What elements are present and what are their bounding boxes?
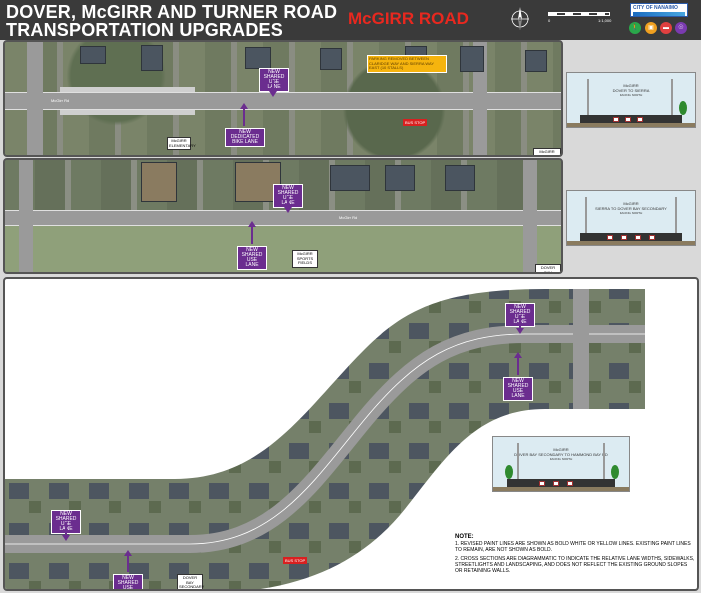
school-label: DOVER BAY SECONDARY [177,574,204,589]
map-panel-1: McGirr Rd NEW SHARED USE LANE NEW DEDICA… [3,40,563,157]
city-logo: CITY OF NANAIMO [630,3,688,17]
arrow-icon [269,80,277,97]
street-label: McGirr Rd [51,98,70,103]
road-name-title: McGIRR ROAD [348,9,469,28]
shared-lane-label: NEW SHARED USE LANE [259,68,289,92]
arrow-icon [516,315,524,334]
shared-lane-label: NEW SHARED USE LANE [503,377,533,401]
notes-block: NOTE: 1. REVISED PAINT LINES ARE SHOWN A… [455,534,695,577]
arrow-icon [124,550,132,572]
arrow-icon [284,196,292,213]
bike-icon: ☉ [675,22,687,34]
cross-section-1: McGIRR DOVER TO SIERRA FACING NORTH [566,72,696,128]
shared-lane-label: NEW SHARED USE LANE [237,246,267,270]
cross-street [19,160,33,272]
sports-field-label: McGIRR SPORTS FIELDS [533,148,561,155]
scale-bar: 0 1:1,000 [548,12,612,23]
cross-street [523,160,537,272]
sports-field-label: McGIRR SPORTS FIELDS [292,250,318,268]
car-icon: ▬ [660,22,672,34]
north-arrow-icon [511,7,529,30]
arrow-icon [248,221,256,244]
scale-left-label: 0 [548,18,551,23]
wave-icon [633,12,685,16]
cross-section-3: McGIRR DOVER BAY SECONDARY TO HAMMOND BA… [492,436,630,492]
scale-right-label: 1:1,000 [598,18,612,23]
note-2: 2. CROSS SECTIONS ARE DIAGRAMMATIC TO IN… [455,556,695,574]
shared-lane-label: NEW SHARED USE LANE [113,574,143,589]
pedestrian-icon: 🚶 [629,22,641,34]
note-1: 1. REVISED PAINT LINES ARE SHOWN AS BOLD… [455,541,691,553]
street-label: McGirr Rd [339,215,358,220]
bike-lane-label: NEW DEDICATED BIKE LANE [225,128,265,147]
title-line-2: TRANSPORTATION UPGRADES [6,20,283,40]
arrow-icon [240,103,248,126]
xsec-direction: FACING NORTH [549,457,573,461]
cross-section-2: McGIRR SIERRA TO DOVER BAY SECONDARY FAC… [566,190,696,246]
title-bar: DOVER, McGIRR AND TURNER ROAD TRANSPORTA… [0,0,701,40]
notes-heading: NOTE: [455,534,474,540]
parking-note-label: PARKING REMOVED BETWEEN CLARIDGE WAY AND… [367,55,447,73]
school-label: DOVER BAY SECONDARY [535,264,561,272]
school-label: McGIRR ELEMENTARY [167,137,196,150]
cross-street [27,42,43,155]
arrow-icon [514,352,522,375]
bus-stop-label: BUS STOP [283,557,308,564]
bus-stop-label: BUS STOP [403,119,428,126]
city-name: CITY OF NANAIMO [633,5,678,11]
transit-icon: ▣ [645,22,657,34]
mcgirr-road [5,210,561,226]
map-panel-2: McGirr Rd NEW SHARED USE LANE NEW SHARED… [3,158,563,274]
arrow-icon [62,522,70,541]
